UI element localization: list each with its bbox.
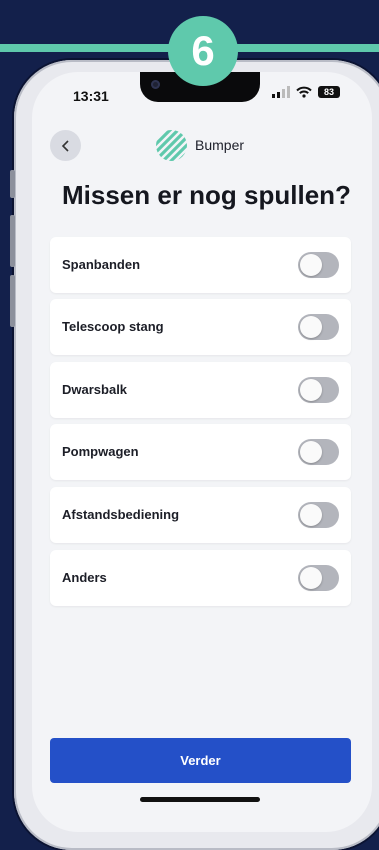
toggle-knob [300, 441, 322, 463]
chevron-left-icon [61, 139, 69, 152]
toggle-switch[interactable] [298, 565, 339, 591]
step-badge: 6 [168, 16, 238, 86]
wifi-icon [296, 86, 312, 98]
item-label: Pompwagen [62, 444, 139, 459]
list-item[interactable]: Telescoop stang [50, 299, 351, 355]
list-item[interactable]: Anders [50, 550, 351, 606]
toggle-switch[interactable] [298, 377, 339, 403]
item-label: Spanbanden [62, 257, 141, 272]
toggle-switch[interactable] [298, 252, 339, 278]
toggle-knob [300, 379, 322, 401]
home-indicator [140, 797, 260, 802]
status-icons: 83 [272, 86, 340, 98]
battery-icon: 83 [318, 86, 340, 98]
list-item[interactable]: Spanbanden [50, 237, 351, 293]
item-label: Anders [62, 570, 107, 585]
bumper-logo-icon [156, 130, 187, 161]
status-time: 13:31 [73, 88, 109, 104]
toggle-knob [300, 567, 322, 589]
toggle-switch[interactable] [298, 502, 339, 528]
phone-volume-down-button [10, 275, 15, 327]
camera-icon [151, 80, 160, 89]
list-item[interactable]: Pompwagen [50, 424, 351, 480]
brand-name: Bumper [195, 137, 245, 153]
toggle-switch[interactable] [298, 314, 339, 340]
phone-side-button [10, 170, 15, 198]
item-label: Afstandsbediening [62, 507, 180, 522]
signal-icon [272, 86, 290, 98]
list-item[interactable]: Dwarsbalk [50, 362, 351, 418]
toggle-knob [300, 316, 322, 338]
phone-volume-up-button [10, 215, 15, 267]
toggle-knob [300, 254, 322, 276]
toggle-knob [300, 504, 322, 526]
toggle-switch[interactable] [298, 439, 339, 465]
item-label: Telescoop stang [62, 319, 164, 334]
continue-button[interactable]: Verder [50, 738, 351, 783]
page-title: Missen er nog spullen? [62, 180, 351, 210]
list-item[interactable]: Afstandsbediening [50, 487, 351, 543]
item-label: Dwarsbalk [62, 382, 128, 397]
back-button[interactable] [50, 130, 81, 161]
